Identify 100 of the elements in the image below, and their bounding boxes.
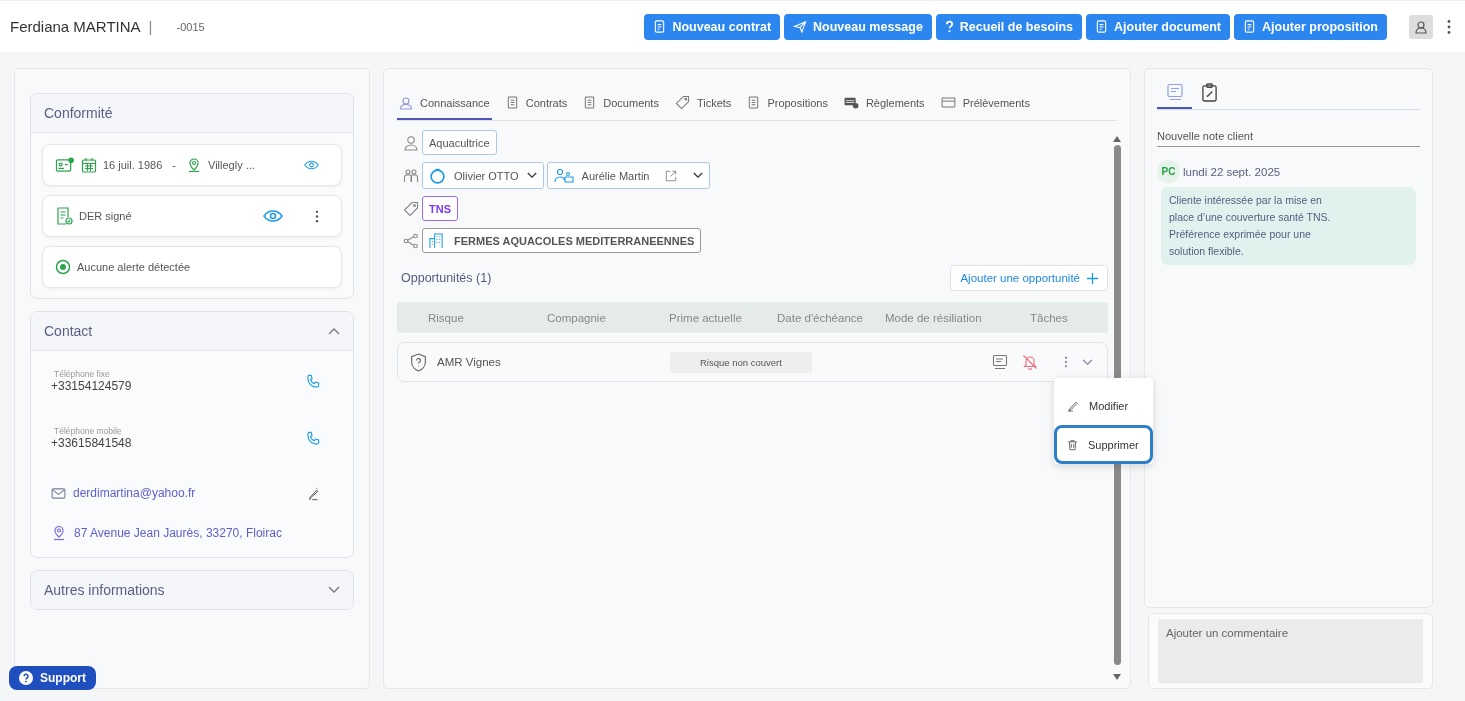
column-header: Tâches [1030,311,1068,324]
question-icon [944,20,954,33]
card-title: Autres informations [44,582,165,598]
document-icon [583,96,597,109]
ring-icon [429,167,446,184]
tag-icon [674,95,690,110]
chevron-up-icon[interactable] [328,327,340,335]
note-bubble: Cliente intéressée par la mise en place d’une couverture santé TNS. Préférence exprimée pour une solution flexible. [1161,187,1416,265]
more-options-icon[interactable] [1447,18,1451,35]
company-name: FERMES AQUACOLES MEDITERRANEENNES [454,234,695,247]
document-icon [1243,20,1257,33]
dash-text: - [172,159,176,171]
tag-chip: TNS [422,196,458,221]
der-status: DER signé [79,210,132,222]
advisor-select[interactable]: Olivier OTTO [422,162,544,189]
paper-plane-icon [793,20,808,33]
action-button[interactable]: Nouveau message [784,13,932,40]
tab[interactable]: Documents [581,93,661,120]
card-title: Conformité [44,105,113,121]
address-link[interactable]: 87 Avenue Jean Jaurès, 33270, Floirac [74,526,282,540]
chevron-down-icon[interactable] [328,586,340,594]
location-pin-icon [51,525,67,541]
more-options-icon[interactable] [1064,356,1068,368]
comment-icon[interactable] [992,354,1008,370]
tab[interactable]: Prélèvements [938,93,1032,120]
phone-icon[interactable] [306,373,321,389]
column-header: Risque [428,311,465,324]
credit-card-icon [940,97,956,108]
action-button[interactable]: Ajouter proposition [1234,13,1387,40]
plus-icon [1087,272,1098,284]
scroll-up-icon[interactable] [1113,136,1121,142]
clipboard-pencil-icon [1201,82,1218,102]
share-nodes-icon [403,232,419,249]
field-label: Téléphone fixe [54,369,111,379]
tab[interactable]: Tickets [672,93,734,120]
note-date: lundi 22 sept. 2025 [1183,165,1281,178]
envelope-icon [51,487,66,499]
external-link-icon[interactable] [665,169,678,182]
birth-place: Villegly ... [208,159,255,171]
trash-icon [1067,438,1078,451]
id-card-icon [55,156,75,174]
scroll-down-icon[interactable] [1113,674,1121,680]
phone-number: +33615841548 [51,436,132,450]
tab[interactable]: Connaissance [397,93,492,120]
action-button[interactable]: Recueil de besoins [935,13,1083,40]
card-title: Contact [44,323,93,339]
support-button[interactable]: Support [9,666,96,690]
profession-chip: Aquacultrice [422,130,497,155]
radio-dot-icon [55,259,71,275]
action-button[interactable]: Ajouter document [1086,13,1231,40]
comment-field[interactable]: Ajouter un commentaire [1158,619,1423,683]
separator-text: | [148,18,153,35]
birth-date: 16 juil. 1986 [103,159,163,171]
shield-question-icon [410,352,427,372]
alert-status: Aucune alerte détectée [77,261,191,273]
column-header: Prime actuelle [669,311,743,324]
eye-icon[interactable] [263,210,283,222]
bell-off-icon[interactable] [1022,354,1038,370]
calendar-icon [81,157,97,173]
menu-item[interactable]: Supprimer [1054,425,1153,464]
tab[interactable]: Règlements [841,93,927,120]
action-button[interactable]: Nouveau contrat [644,13,781,40]
email-link[interactable]: derdimartina@yahoo.fr [73,486,196,500]
document-icon [1095,20,1109,33]
chevron-down-icon[interactable] [1082,358,1093,366]
user-initials-avatar: PC [1157,160,1180,183]
pencil-icon[interactable] [307,485,321,501]
pencil-icon [1067,399,1079,412]
more-options-icon[interactable] [315,209,319,223]
tab[interactable]: Contrats [503,93,570,120]
table-cell-text: AMR Vignes [437,356,502,368]
phone-number: +33154124579 [51,379,132,393]
question-icon [19,671,33,685]
section-title: Opportunités (1) [401,271,492,285]
document-icon [747,96,761,109]
field-label: Téléphone mobile [54,426,123,436]
chevron-down-icon [526,172,537,179]
phone-icon[interactable] [306,430,321,446]
column-header: Mode de résiliation [885,311,983,324]
tag-icon [403,200,419,217]
signed-document-icon [55,207,73,225]
location-pin-icon [186,157,202,173]
user-avatar-icon[interactable] [1409,14,1433,39]
column-header: Compagnie [547,311,607,324]
column-header: Date d'échéance [777,311,864,324]
document-icon [653,20,667,33]
chat-note-icon [1165,83,1184,101]
building-icon [429,232,444,249]
people-icon [403,167,419,184]
person-icon [399,95,413,110]
people-icon [553,167,574,184]
add-opportunity-button[interactable]: Ajouter une opportunité [950,265,1108,291]
client-name: Ferdiana MARTINA [10,18,141,35]
person-icon [403,134,419,151]
document-icon [505,96,519,109]
banknote-icon [843,96,859,109]
tab[interactable]: Propositions [745,93,830,120]
eye-icon[interactable] [304,160,319,170]
contact-select[interactable]: Aurélie Martin [546,162,711,189]
new-note-field[interactable]: Nouvelle note client [1157,126,1420,147]
